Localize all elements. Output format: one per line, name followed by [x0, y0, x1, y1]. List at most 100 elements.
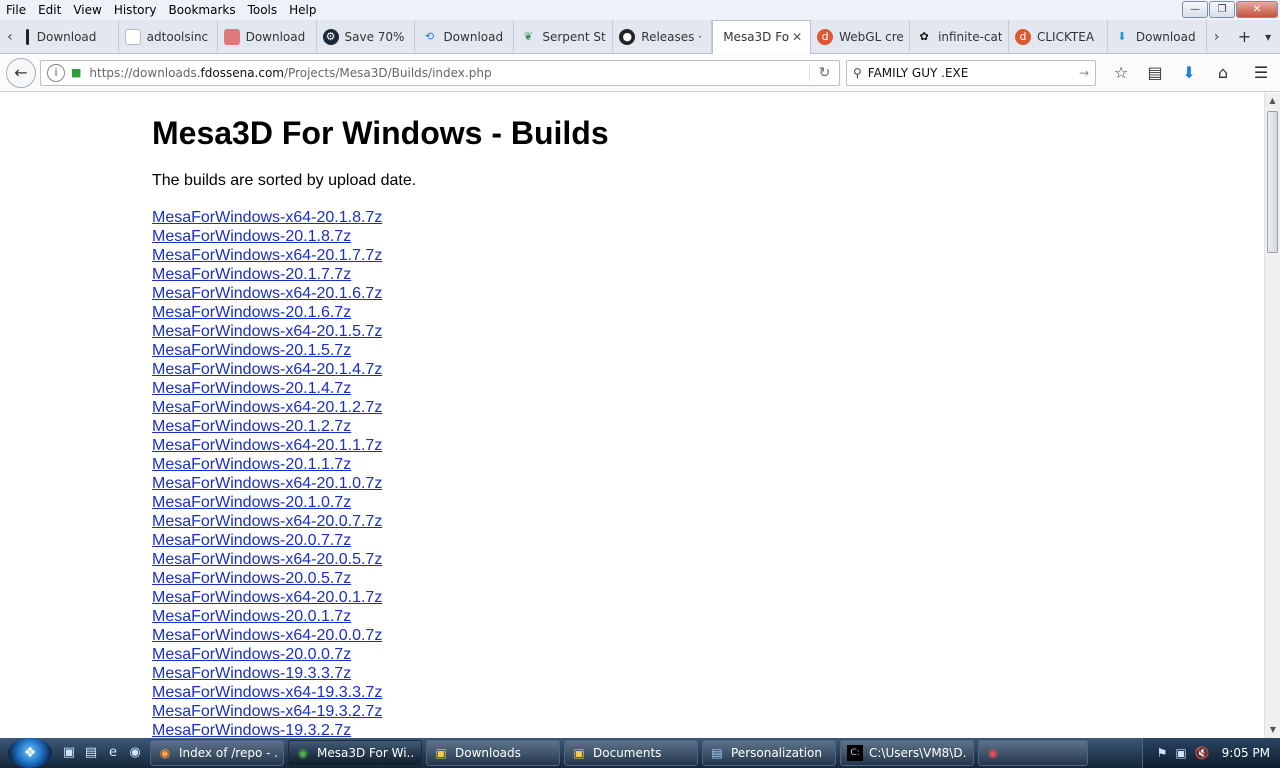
build-download-link[interactable]: MesaForWindows-20.1.7.7z	[152, 266, 351, 283]
build-download-link[interactable]: MesaForWindows-x64-20.1.6.7z	[152, 285, 382, 302]
search-go-icon[interactable]: →	[1073, 66, 1095, 80]
tab-mesa3d-active[interactable]: Mesa3D Fo ✕	[712, 19, 812, 55]
build-download-link[interactable]: MesaForWindows-20.0.0.7z	[152, 646, 351, 663]
tab-download-1[interactable]: Download	[20, 19, 119, 54]
menu-history[interactable]: History	[108, 0, 163, 20]
tab-download-2[interactable]: Download	[218, 19, 317, 54]
tab-infinite-cat[interactable]: ✿ infinite-cat	[910, 19, 1009, 54]
build-download-link[interactable]: MesaForWindows-x64-20.1.5.7z	[152, 323, 382, 340]
reload-icon[interactable]: ↻	[809, 64, 839, 81]
build-download-link[interactable]: MesaForWindows-20.1.4.7z	[152, 380, 351, 397]
build-download-link[interactable]: MesaForWindows-x64-20.1.8.7z	[152, 209, 382, 226]
list-item: MesaForWindows-x64-20.1.2.7z	[152, 398, 609, 417]
build-download-link[interactable]: MesaForWindows-20.0.7.7z	[152, 532, 351, 549]
minimize-button[interactable]: —	[1182, 1, 1208, 18]
serpent-icon: ❦	[523, 29, 533, 43]
vertical-scrollbar[interactable]: ▲ ▼	[1264, 93, 1280, 738]
downloads-icon[interactable]: ⬇	[1172, 63, 1206, 82]
tab-releases[interactable]: ● Releases ·	[613, 19, 713, 54]
build-download-link[interactable]: MesaForWindows-20.1.2.7z	[152, 418, 351, 435]
home-icon[interactable]: ⌂	[1206, 63, 1240, 82]
scroll-tabs-right-button[interactable]: ›	[1207, 29, 1227, 45]
list-item: MesaForWindows-x64-19.3.3.7z	[152, 683, 609, 702]
build-download-link[interactable]: MesaForWindows-x64-20.1.4.7z	[152, 361, 382, 378]
url-text[interactable]: https://downloads.fdossena.com/Projects/…	[89, 66, 809, 80]
menu-hamburger-icon[interactable]: ☰	[1244, 63, 1278, 82]
taskbar-button-downloads[interactable]: ▣ Downloads	[426, 740, 560, 766]
list-all-tabs-icon[interactable]: ▾	[1256, 30, 1280, 44]
list-item: MesaForWindows-20.0.7.7z	[152, 531, 609, 550]
switch-windows-icon[interactable]: ▤	[81, 743, 101, 763]
build-download-link[interactable]: MesaForWindows-19.3.2.7z	[152, 722, 351, 738]
build-download-link[interactable]: MesaForWindows-x64-20.1.7.7z	[152, 247, 382, 264]
menu-tools[interactable]: Tools	[242, 0, 284, 20]
close-window-button[interactable]: ✕	[1236, 1, 1278, 18]
clock[interactable]: 9:05 PM	[1222, 746, 1270, 760]
menu-view[interactable]: View	[67, 0, 107, 20]
paw-icon: ✿	[919, 29, 929, 43]
taskbar-button-mesa3d[interactable]: ◉ Mesa3D For Wi...	[288, 740, 422, 766]
build-download-link[interactable]: MesaForWindows-19.3.3.7z	[152, 665, 351, 682]
site-info-icon[interactable]: i	[47, 63, 65, 82]
build-download-link[interactable]: MesaForWindows-x64-20.0.1.7z	[152, 589, 382, 606]
build-download-link[interactable]: MesaForWindows-x64-19.3.3.7z	[152, 684, 382, 701]
url-bar[interactable]: i ■ https://downloads.fdossena.com/Proje…	[40, 59, 840, 86]
search-input[interactable]: FAMILY GUY .EXE	[868, 66, 1073, 80]
build-download-link[interactable]: MesaForWindows-x64-20.0.0.7z	[152, 627, 382, 644]
flag-icon[interactable]: ⚑	[1157, 746, 1168, 760]
taskbar-button-index-of-repo[interactable]: ◉ Index of /repo - ...	[150, 740, 284, 766]
taskbar-button-cmd[interactable]: C: C:\Users\VM8\D...	[840, 740, 974, 766]
build-download-link[interactable]: MesaForWindows-x64-20.0.7.7z	[152, 513, 382, 530]
build-download-link[interactable]: MesaForWindows-x64-20.0.5.7z	[152, 551, 382, 568]
menu-edit[interactable]: Edit	[32, 0, 67, 20]
tab-clicktea[interactable]: d CLICKTEA	[1009, 19, 1108, 54]
tab-strip: ‹ Download adtoolsinc Download ⚙ Save 70%…	[0, 19, 1280, 55]
build-download-link[interactable]: MesaForWindows-20.1.1.7z	[152, 456, 351, 473]
tab-webgl[interactable]: d WebGL cre	[811, 19, 911, 54]
tab-serpent-st[interactable]: ❦ Serpent St	[514, 19, 614, 54]
build-download-link[interactable]: MesaForWindows-x64-20.1.2.7z	[152, 399, 382, 416]
close-tab-icon[interactable]: ✕	[792, 30, 802, 44]
show-desktop-icon[interactable]: ▣	[59, 743, 79, 763]
scroll-up-arrow-icon[interactable]: ▲	[1265, 93, 1280, 109]
display-icon: ▤	[711, 746, 723, 760]
bookmark-star-icon[interactable]: ☆	[1104, 63, 1138, 82]
tab-download-3[interactable]: ⟲ Download	[415, 19, 515, 54]
build-download-link[interactable]: MesaForWindows-20.0.1.7z	[152, 608, 351, 625]
start-button[interactable]: ❖	[8, 738, 52, 768]
taskbar-button-media[interactable]: ◉	[978, 740, 1088, 766]
blank-page-icon	[124, 28, 141, 45]
tab-adtoolsinc[interactable]: adtoolsinc	[119, 19, 218, 54]
build-download-link[interactable]: MesaForWindows-20.1.6.7z	[152, 304, 351, 321]
scroll-tabs-left-button[interactable]: ‹	[0, 29, 20, 45]
menu-bookmarks[interactable]: Bookmarks	[163, 0, 242, 20]
search-bar[interactable]: ⚲ FAMILY GUY .EXE →	[846, 59, 1096, 86]
build-download-link[interactable]: MesaForWindows-x64-20.1.0.7z	[152, 475, 382, 492]
internet-explorer-icon[interactable]: e	[103, 743, 123, 763]
network-icon[interactable]: ▣	[1175, 746, 1186, 760]
blue-swirl-icon: ⟲	[424, 29, 435, 43]
volume-muted-icon[interactable]: 🔇	[1195, 746, 1210, 760]
new-tab-button[interactable]: +	[1233, 27, 1257, 46]
maximize-button[interactable]: ❐	[1209, 1, 1235, 18]
navigation-bar: ← i ■ https://downloads.fdossena.com/Pro…	[0, 54, 1280, 92]
reading-list-icon[interactable]: ▤	[1138, 63, 1172, 82]
github-icon: ●	[619, 28, 636, 45]
build-download-link[interactable]: MesaForWindows-20.1.8.7z	[152, 228, 351, 245]
build-download-link[interactable]: MesaForWindows-20.0.5.7z	[152, 570, 351, 587]
scroll-down-arrow-icon[interactable]: ▼	[1265, 722, 1280, 738]
taskbar-button-personalization[interactable]: ▤ Personalization	[702, 740, 836, 766]
menu-help[interactable]: Help	[283, 0, 322, 20]
back-button[interactable]: ←	[6, 57, 36, 88]
taskbar-button-documents[interactable]: ▣ Documents	[564, 740, 698, 766]
build-download-link[interactable]: MesaForWindows-x64-19.3.2.7z	[152, 703, 382, 720]
menu-file[interactable]: File	[0, 0, 32, 20]
scrollbar-thumb[interactable]	[1267, 111, 1278, 253]
tab-steam-sale[interactable]: ⚙Save 70% o	[317, 19, 416, 54]
build-download-link[interactable]: MesaForWindows-20.1.5.7z	[152, 342, 351, 359]
build-download-link[interactable]: MesaForWindows-x64-20.1.1.7z	[152, 437, 382, 454]
build-download-link[interactable]: MesaForWindows-20.1.0.7z	[152, 494, 351, 511]
chrome-icon[interactable]: ◉	[125, 743, 145, 763]
tab-download-4[interactable]: ⬇ Download	[1108, 19, 1207, 54]
list-item: MesaForWindows-20.1.5.7z	[152, 341, 609, 360]
